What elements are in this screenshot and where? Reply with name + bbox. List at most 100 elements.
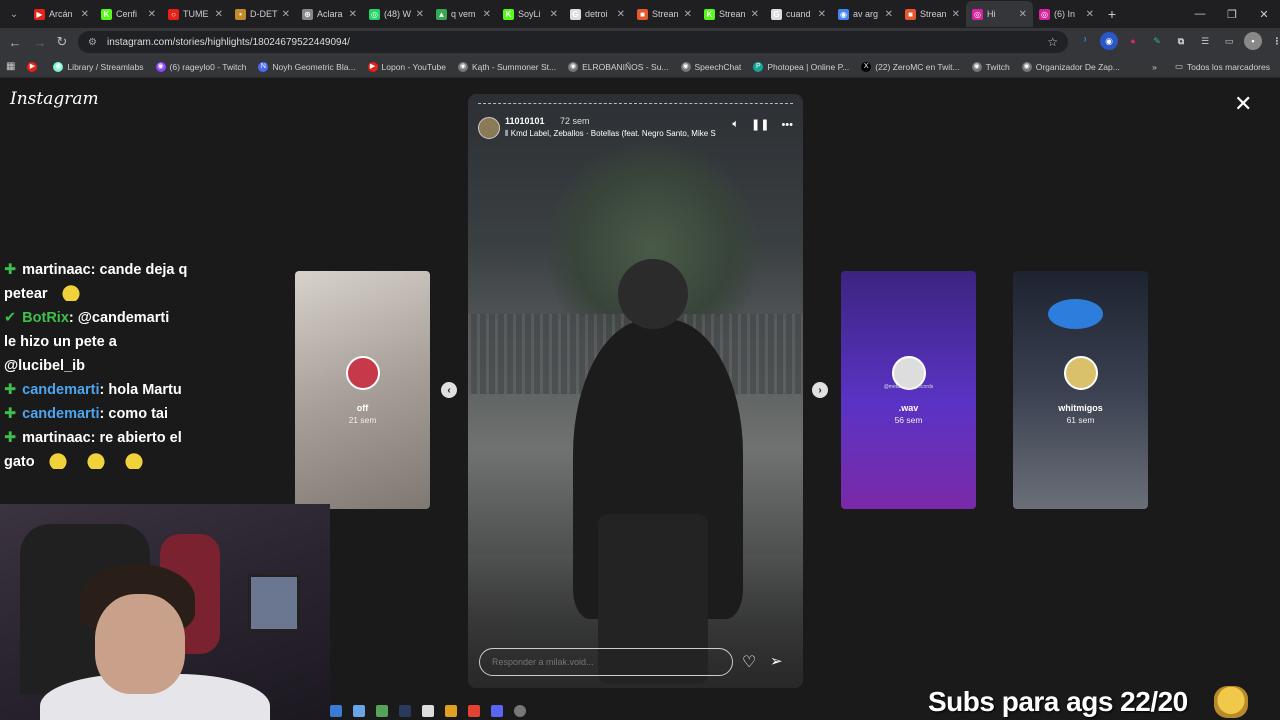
extension-icon[interactable]: ✎: [1148, 32, 1166, 50]
instagram-logo[interactable]: Instagram: [10, 89, 99, 109]
heart-icon[interactable]: ♡: [742, 652, 756, 672]
story-username[interactable]: 11010101: [505, 116, 545, 126]
minimize-icon[interactable]: —: [1184, 0, 1216, 28]
bookmark-item[interactable]: N Noyh Geometric Bla...: [258, 61, 356, 72]
taskbar-app-icon[interactable]: [491, 705, 503, 717]
browser-tab[interactable]: K Cenfi ✕: [95, 1, 162, 27]
next-story-button[interactable]: ›: [812, 382, 828, 398]
previous-story-button[interactable]: ‹: [441, 382, 457, 398]
story-thumbnail[interactable]: @metan_____records .wav 56 sem: [841, 271, 976, 509]
browser-tab[interactable]: ■ Strean ✕: [899, 1, 966, 27]
bookmark-item[interactable]: ◉ (6) rageylo0 - Twitch: [155, 61, 246, 72]
bookmark-item[interactable]: ◉ Kąth - Summoner St...: [457, 61, 556, 72]
browser-tab[interactable]: ⊛ Aclara ✕: [296, 1, 363, 27]
story-viewer[interactable]: 11010101 72 sem ⦀ Kmd Label, Zeballos · …: [468, 94, 803, 688]
site-info-icon[interactable]: ⚙: [88, 37, 97, 48]
reply-input[interactable]: [479, 648, 733, 676]
extension-icon[interactable]: ●: [1124, 32, 1142, 50]
bookmark-item[interactable]: ▶ Lopon - YouTube: [367, 61, 446, 72]
browser-tab[interactable]: ■ Strean ✕: [631, 1, 698, 27]
browser-tab[interactable]: Gdetroi ✕: [564, 1, 631, 27]
tab-close-icon[interactable]: ✕: [751, 9, 759, 20]
all-bookmarks-folder[interactable]: » ▭ Todos los marcadores: [1152, 61, 1270, 72]
bookmark-item[interactable]: ◉ ELROBANIÑOS - Su...: [568, 61, 669, 72]
new-tab-button[interactable]: +: [1100, 6, 1124, 22]
sidebar-icon[interactable]: ▭: [1220, 32, 1238, 50]
tab-close-icon[interactable]: ✕: [349, 9, 357, 20]
bookmark-item[interactable]: ◉ SpeechChat: [680, 61, 741, 72]
forward-button[interactable]: →: [28, 30, 52, 54]
browser-tab[interactable]: K SoyLi ✕: [497, 1, 564, 27]
chat-username: candemarti: [22, 406, 100, 422]
pause-icon[interactable]: ❚❚: [751, 118, 769, 131]
reading-list-icon[interactable]: ☰: [1196, 32, 1214, 50]
extension-icon[interactable]: ⁾: [1076, 32, 1094, 50]
tab-close-icon[interactable]: ✕: [550, 9, 558, 20]
taskbar-app-icon[interactable]: [445, 705, 457, 717]
more-options-icon[interactable]: •••: [781, 119, 793, 131]
tab-close-icon[interactable]: ✕: [684, 9, 692, 20]
browser-tab[interactable]: ◎ Hi ✕: [966, 1, 1033, 27]
story-thumbnail[interactable]: whitmigos 61 sem: [1013, 271, 1148, 509]
browser-tab[interactable]: ▶ Arcán ✕: [28, 1, 95, 27]
taskbar-app-icon[interactable]: [468, 705, 480, 717]
chat-message: ✚ martinaac: cande deja q: [0, 258, 300, 282]
story-music-text: Kmd Label, Zeballos · Botellas (feat. Ne…: [510, 129, 716, 138]
tab-close-icon[interactable]: ✕: [818, 9, 826, 20]
reload-button[interactable]: ↻: [50, 30, 74, 54]
tab-close-icon[interactable]: ✕: [81, 9, 89, 20]
send-icon[interactable]: ➢: [770, 652, 783, 670]
tab-close-icon[interactable]: ✕: [1019, 9, 1027, 20]
browser-tab[interactable]: ◎ (6) In ✕: [1033, 1, 1100, 27]
volume-icon[interactable]: 🔈︎: [732, 118, 739, 131]
close-icon[interactable]: ✕: [1234, 93, 1252, 115]
tab-close-icon[interactable]: ✕: [215, 9, 223, 20]
story-music-label[interactable]: ⦀ Kmd Label, Zeballos · Botellas (feat. …: [505, 129, 725, 139]
tab-close-icon[interactable]: ✕: [148, 9, 156, 20]
bookmark-star-icon[interactable]: ☆: [1047, 35, 1058, 49]
menu-icon[interactable]: ⋮: [1268, 32, 1280, 50]
bookmark-item[interactable]: ◉ Library / Streamlabs: [53, 61, 144, 72]
address-bar[interactable]: ⚙ instagram.com/stories/highlights/18024…: [78, 31, 1068, 53]
bookmark-item[interactable]: ◉ Organizador De Zap...: [1021, 61, 1120, 72]
puzzle-icon[interactable]: ⧉: [1172, 32, 1190, 50]
chat-emote-icon: [118, 451, 149, 469]
taskbar-app-icon[interactable]: [353, 705, 365, 717]
taskbar-app-icon[interactable]: [514, 705, 526, 717]
bookmark-favicon-icon: X: [861, 61, 872, 72]
taskbar-app-icon[interactable]: [330, 705, 342, 717]
extension-icon[interactable]: ◉: [1100, 32, 1118, 50]
tab-close-icon[interactable]: ✕: [1086, 9, 1094, 20]
bookmark-item[interactable]: X (22) ZeroMC en Twit...: [861, 61, 960, 72]
close-window-icon[interactable]: ✕: [1248, 0, 1280, 28]
avatar[interactable]: [478, 117, 500, 139]
chevron-double-right-icon[interactable]: »: [1152, 62, 1157, 72]
tab-favicon-icon: ◎: [972, 8, 983, 20]
tab-close-icon[interactable]: ✕: [483, 9, 491, 20]
thumbnail-name: .wav: [898, 403, 919, 413]
browser-tab[interactable]: ▲ q vem ✕: [430, 1, 497, 27]
bookmark-item[interactable]: ◉ Twitch: [971, 61, 1010, 72]
apps-icon[interactable]: ▦: [6, 61, 15, 72]
bookmark-item[interactable]: ▶: [27, 61, 41, 72]
tab-close-icon[interactable]: ✕: [416, 9, 424, 20]
browser-tab[interactable]: K Strean ✕: [698, 1, 765, 27]
taskbar-app-icon[interactable]: [422, 705, 434, 717]
taskbar-app-icon[interactable]: [399, 705, 411, 717]
back-button[interactable]: ←: [3, 30, 27, 54]
tab-close-icon[interactable]: ✕: [617, 9, 625, 20]
profile-avatar[interactable]: •: [1244, 32, 1262, 50]
tab-search-button[interactable]: ⌄: [0, 0, 28, 28]
browser-tab[interactable]: ◉ av arg ✕: [832, 1, 899, 27]
tab-close-icon[interactable]: ✕: [282, 9, 290, 20]
story-thumbnail[interactable]: off 21 sem: [295, 271, 430, 509]
browser-tab[interactable]: ◎ (48) W ✕: [363, 1, 430, 27]
browser-tab[interactable]: • D-DET ✕: [229, 1, 296, 27]
tab-close-icon[interactable]: ✕: [885, 9, 893, 20]
tab-close-icon[interactable]: ✕: [952, 9, 960, 20]
browser-tab[interactable]: ○ TUME ✕: [162, 1, 229, 27]
bookmark-item[interactable]: P Photopea | Online P...: [753, 61, 849, 72]
taskbar-app-icon[interactable]: [376, 705, 388, 717]
browser-tab[interactable]: Gcuand ✕: [765, 1, 832, 27]
maximize-icon[interactable]: ❐: [1216, 0, 1248, 28]
